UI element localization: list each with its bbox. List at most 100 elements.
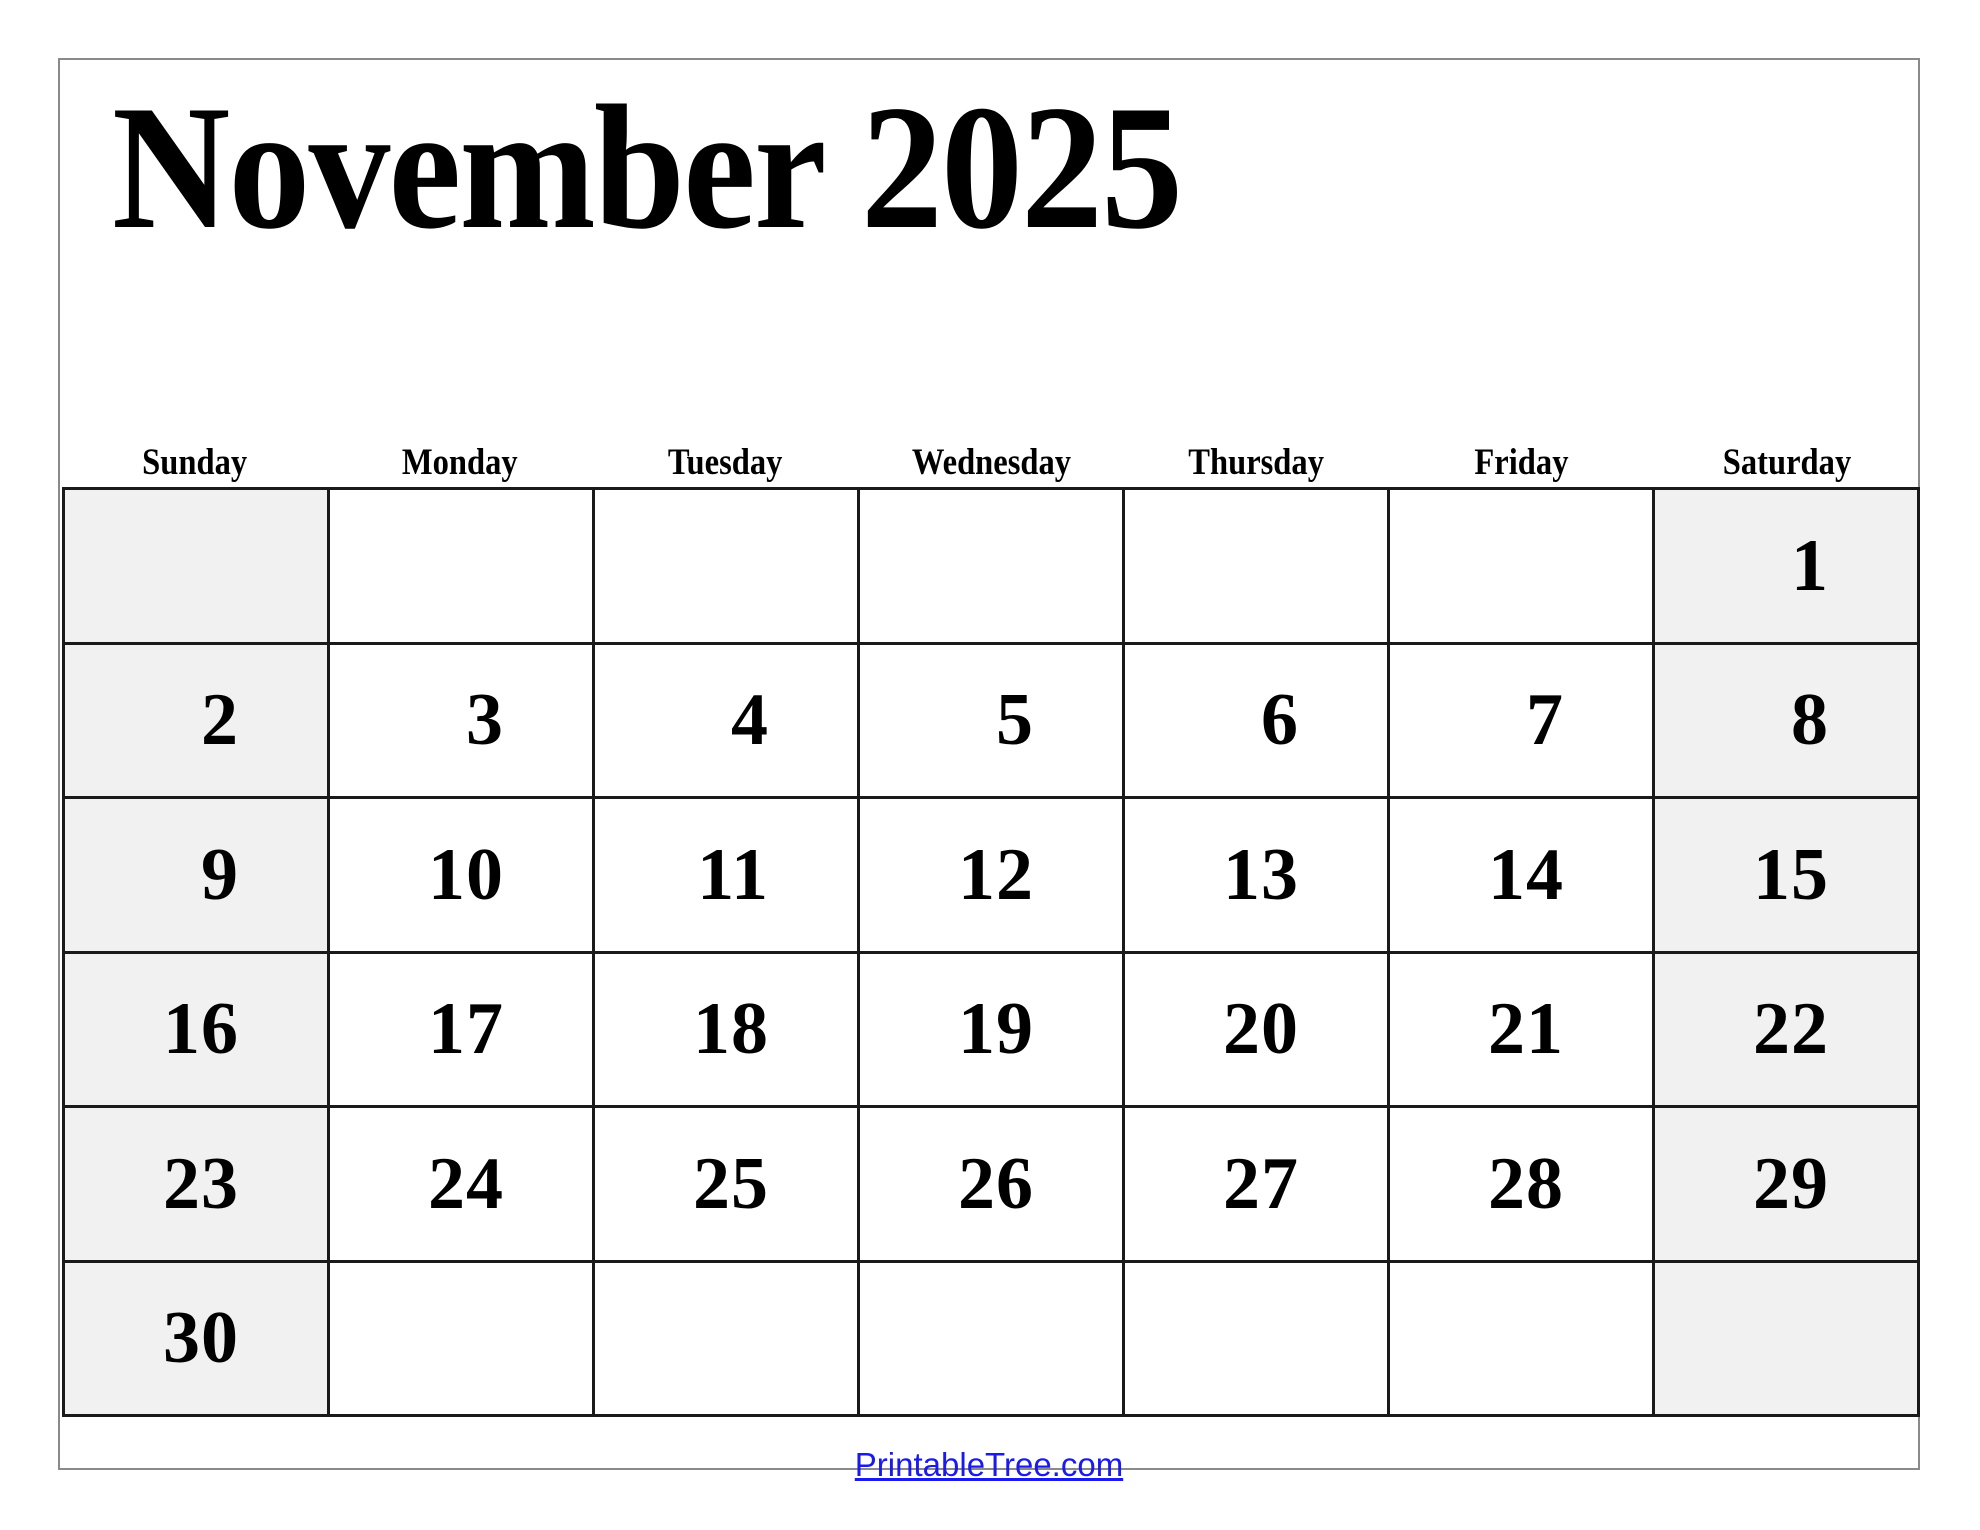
day-cell[interactable]: 12 <box>860 799 1125 954</box>
day-number: 3 <box>466 679 504 762</box>
weekday-label: Sunday <box>142 442 248 483</box>
day-cell[interactable]: 14 <box>1390 799 1655 954</box>
day-number: 12 <box>958 833 1034 916</box>
day-cell-empty[interactable] <box>1125 1262 1390 1417</box>
printabletree-link[interactable]: PrintableTree.com <box>855 1447 1123 1483</box>
weekday-label: Thursday <box>1188 442 1325 483</box>
day-cell[interactable]: 11 <box>595 799 860 954</box>
calendar-week-row: 9 10 11 12 13 14 15 <box>65 799 1920 954</box>
day-cell-empty[interactable] <box>1390 490 1655 645</box>
day-cell[interactable]: 22 <box>1655 953 1920 1108</box>
title-block: November 2025 <box>112 68 1872 266</box>
day-cell[interactable]: 13 <box>1125 799 1390 954</box>
day-number: 29 <box>1753 1142 1829 1225</box>
footer: PrintableTree.com <box>60 1435 1918 1495</box>
day-number: 17 <box>428 988 504 1071</box>
day-cell[interactable]: 27 <box>1125 1108 1390 1263</box>
day-cell[interactable]: 1 <box>1655 490 1920 645</box>
calendar-week-row: 2 3 4 5 6 7 8 <box>65 644 1920 799</box>
calendar-grid: 1 2 3 4 5 6 7 8 9 10 11 12 13 14 15 16 17 18 19 20 21 22 23 24 2… <box>62 487 1920 1417</box>
weekday-label: Tuesday <box>668 442 783 483</box>
day-number: 11 <box>697 833 769 916</box>
day-cell-empty[interactable] <box>330 1262 595 1417</box>
day-number: 9 <box>201 833 239 916</box>
weekday-header-monday: Monday <box>327 415 592 487</box>
day-number: 4 <box>731 679 769 762</box>
day-number: 22 <box>1753 988 1829 1071</box>
day-cell[interactable]: 4 <box>595 644 860 799</box>
weekday-header-saturday: Saturday <box>1655 415 1920 487</box>
day-cell[interactable]: 30 <box>65 1262 330 1417</box>
day-number: 14 <box>1488 833 1564 916</box>
day-number: 15 <box>1753 833 1829 916</box>
day-cell[interactable]: 28 <box>1390 1108 1655 1263</box>
weekday-label: Saturday <box>1723 442 1852 483</box>
day-number: 5 <box>996 679 1034 762</box>
weekday-header-tuesday: Tuesday <box>593 415 858 487</box>
day-number: 26 <box>958 1142 1034 1225</box>
day-cell-empty[interactable] <box>330 490 595 645</box>
day-number: 8 <box>1791 679 1829 762</box>
day-cell[interactable]: 6 <box>1125 644 1390 799</box>
weekday-label: Friday <box>1474 442 1569 483</box>
day-cell[interactable]: 29 <box>1655 1108 1920 1263</box>
day-cell-empty[interactable] <box>595 1262 860 1417</box>
weekday-header-sunday: Sunday <box>62 415 327 487</box>
day-number: 7 <box>1526 679 1564 762</box>
day-cell[interactable]: 25 <box>595 1108 860 1263</box>
day-cell[interactable]: 26 <box>860 1108 1125 1263</box>
day-number: 1 <box>1791 524 1829 607</box>
day-number: 23 <box>163 1142 239 1225</box>
day-cell-empty[interactable] <box>860 1262 1125 1417</box>
day-cell[interactable]: 15 <box>1655 799 1920 954</box>
day-cell-empty[interactable] <box>1390 1262 1655 1417</box>
day-number: 6 <box>1261 679 1299 762</box>
day-cell[interactable]: 20 <box>1125 953 1390 1108</box>
calendar-week-row: 16 17 18 19 20 21 22 <box>65 953 1920 1108</box>
day-number: 28 <box>1488 1142 1564 1225</box>
calendar-page: November 2025 Sunday Monday Tuesday Wednesd… <box>0 0 1980 1530</box>
weekday-header-row: Sunday Monday Tuesday Wednesday Thursday Frid… <box>62 415 1920 487</box>
day-number: 30 <box>163 1297 239 1380</box>
day-number: 19 <box>958 988 1034 1071</box>
day-cell[interactable]: 21 <box>1390 953 1655 1108</box>
day-cell[interactable]: 19 <box>860 953 1125 1108</box>
day-cell[interactable]: 9 <box>65 799 330 954</box>
day-cell-empty[interactable] <box>595 490 860 645</box>
day-cell[interactable]: 7 <box>1390 644 1655 799</box>
day-cell[interactable]: 17 <box>330 953 595 1108</box>
calendar-week-row: 23 24 25 26 27 28 29 <box>65 1108 1920 1263</box>
day-cell-empty[interactable] <box>1655 1262 1920 1417</box>
day-cell[interactable]: 16 <box>65 953 330 1108</box>
day-cell[interactable]: 18 <box>595 953 860 1108</box>
day-cell-empty[interactable] <box>65 490 330 645</box>
day-number: 24 <box>428 1142 504 1225</box>
calendar-sheet: November 2025 Sunday Monday Tuesday Wednesd… <box>58 58 1920 1483</box>
day-cell-empty[interactable] <box>860 490 1125 645</box>
day-number: 13 <box>1223 833 1299 916</box>
weekday-header-wednesday: Wednesday <box>858 415 1123 487</box>
calendar-week-row: 1 <box>65 490 1920 645</box>
day-number: 10 <box>428 833 504 916</box>
day-number: 20 <box>1223 988 1299 1071</box>
calendar-week-row: 30 <box>65 1262 1920 1417</box>
day-number: 25 <box>693 1142 769 1225</box>
day-cell[interactable]: 10 <box>330 799 595 954</box>
weekday-header-thursday: Thursday <box>1124 415 1389 487</box>
page-title: November 2025 <box>112 68 1183 266</box>
day-cell[interactable]: 23 <box>65 1108 330 1263</box>
day-number: 18 <box>693 988 769 1071</box>
weekday-header-friday: Friday <box>1389 415 1654 487</box>
day-cell[interactable]: 3 <box>330 644 595 799</box>
weekday-label: Wednesday <box>911 442 1071 483</box>
day-cell-empty[interactable] <box>1125 490 1390 645</box>
day-cell[interactable]: 24 <box>330 1108 595 1263</box>
day-cell[interactable]: 5 <box>860 644 1125 799</box>
day-number: 27 <box>1223 1142 1299 1225</box>
day-number: 21 <box>1488 988 1564 1071</box>
day-cell[interactable]: 8 <box>1655 644 1920 799</box>
day-number: 16 <box>163 988 239 1071</box>
weekday-label: Monday <box>402 442 519 483</box>
day-cell[interactable]: 2 <box>65 644 330 799</box>
day-number: 2 <box>201 679 239 762</box>
